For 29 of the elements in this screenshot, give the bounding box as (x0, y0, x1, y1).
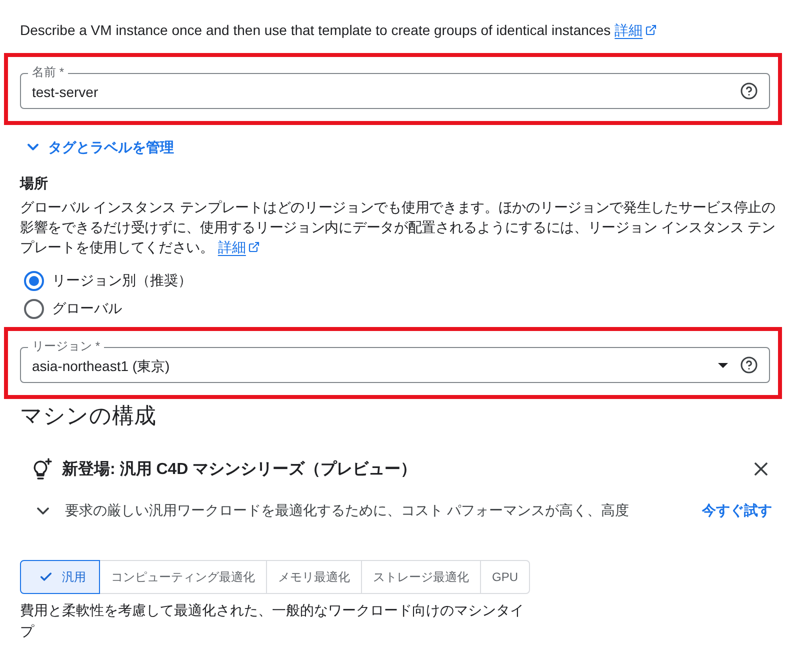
banner-title: 新登場: 汎用 C4D マシンシリーズ（プレビュー） (62, 459, 418, 480)
lightbulb-icon (32, 458, 52, 480)
machine-family-tab[interactable]: GPU (480, 560, 530, 594)
machine-family-tab[interactable]: コンピューティング最適化 (99, 560, 267, 594)
tags-labels-toggle[interactable]: タグとラベルを管理 (24, 137, 174, 157)
section-heading: マシンの構成 (20, 402, 157, 430)
machine-family-tab[interactable]: ストレージ最適化 (361, 560, 481, 594)
radio-option[interactable]: リージョン別（推奨） (20, 267, 192, 295)
field-label: リージョン * (28, 339, 104, 353)
field-label: 名前 * (28, 65, 68, 79)
external-link-icon (248, 241, 260, 253)
dropdown-arrow-icon[interactable] (718, 362, 728, 368)
check-icon (39, 570, 53, 584)
section-heading: 場所 (20, 174, 49, 193)
machine-family-tab[interactable]: メモリ最適化 (266, 560, 362, 594)
external-link-icon (644, 24, 657, 36)
name-field[interactable]: 名前 * test-server (20, 65, 770, 109)
location-description: グローバル インスタンス テンプレートはどのリージョンでも使用できます。ほかのリージョンで発生したサービス停止の影響をできるだけ受けずに、使用するリージョン内にデータが配置されるようにするには、リージョン インスタンス テンプレートを使用してください。 詳細 (20, 198, 776, 257)
details-link[interactable]: 詳細 (614, 20, 657, 40)
details-link[interactable]: 詳細 (218, 237, 260, 257)
banner-text: 要求の厳しい汎用ワークロードを最適化するために、コスト パフォーマンスが高く、高度 (65, 502, 630, 520)
help-icon[interactable] (740, 356, 758, 374)
help-icon[interactable] (740, 82, 758, 100)
region-select[interactable]: リージョン * asia-northeast1 (東京) (20, 339, 770, 383)
intro-text: Describe a VM instance once and then use that template to create groups of identical instances 詳細 (20, 20, 782, 40)
radio-option[interactable]: グローバル (20, 295, 122, 323)
try-now-link[interactable]: 今すぐ試す (702, 502, 772, 520)
machine-family-description: 費用と柔軟性を考慮して最適化された、一般的なワークロード向けのマシンタイプ (20, 601, 525, 641)
machine-family-tab[interactable]: 汎用 (20, 560, 100, 594)
